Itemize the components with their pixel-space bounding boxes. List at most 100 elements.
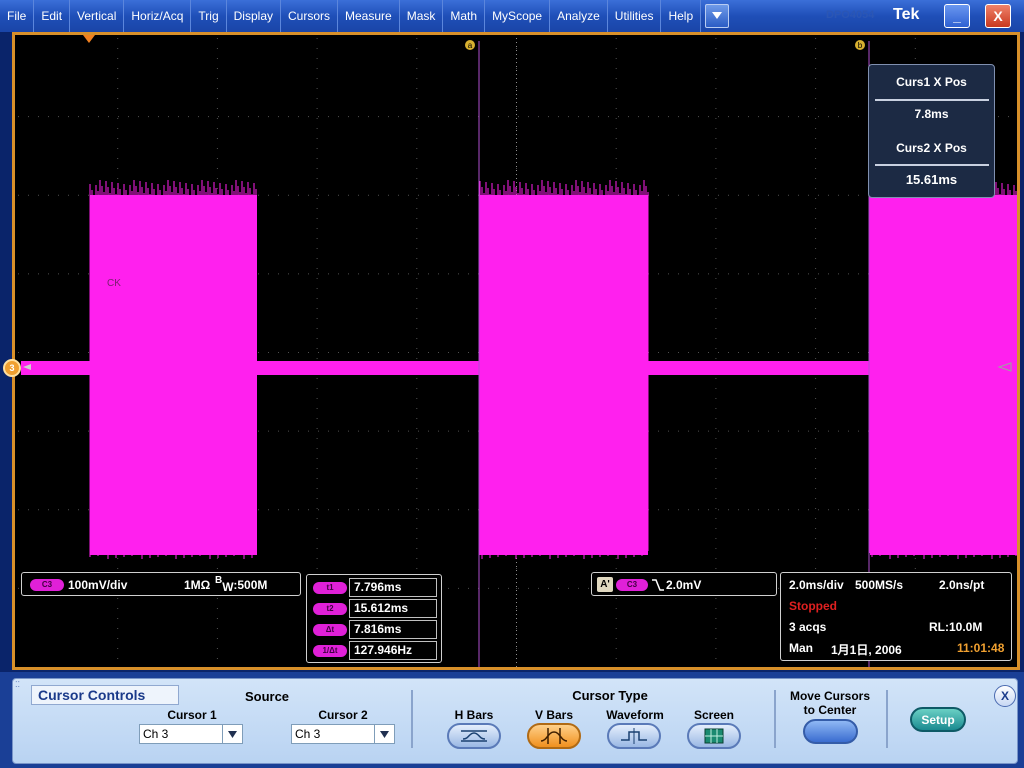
trace-burst [89,180,257,559]
acq-time: 11:01:48 [957,641,1005,655]
menu-display[interactable]: Display [227,0,281,32]
trigger-info-box[interactable]: A' C3 2.0mV [591,572,777,596]
v-bars-button[interactable] [527,723,581,749]
menu-utilities[interactable]: Utilities [608,0,662,32]
oscilloscope-app: File Edit Vertical Horiz/Acq Trig Displa… [0,0,1024,768]
menu-trig[interactable]: Trig [191,0,227,32]
sample-rate: 500MS/s [855,578,904,592]
cursor1-source-select[interactable]: Ch 3 [139,724,243,744]
timebase: 2.0ms/div [789,578,844,592]
v-bars-icon [540,728,568,744]
cursor2-source-select[interactable]: Ch 3 [291,724,395,744]
setup-button-label: Setup [921,712,955,727]
h-bars-label: H Bars [454,708,494,722]
menu-mask[interactable]: Mask [400,0,444,32]
acq-date: 1月1日, 2006 [831,643,902,657]
cursor1-marker-label: a [468,41,473,50]
menu-vertical[interactable]: Vertical [70,0,125,32]
chevron-down-icon [380,730,389,738]
ch3-trace [21,180,1017,559]
close-icon: X [1000,689,1009,703]
curs2-label: Curs2 X Pos [896,141,967,155]
t1-value: 7.796ms [349,578,437,597]
menu-measure[interactable]: Measure [338,0,400,32]
readout-row-delta-t: Δt 7.816ms [307,619,439,640]
waveform-button[interactable] [607,723,661,749]
minimize-button[interactable]: _ [944,4,970,28]
screen-icon [704,728,724,744]
trace-label: CK [107,278,121,289]
acq-mode: Man [789,641,813,655]
h-bars-button[interactable] [447,723,501,749]
curs1-value: 7.8ms [914,107,949,121]
t2-pill: t2 [313,602,347,615]
ch3-impedance: 1MΩ [184,578,211,592]
screen-label: Screen [693,708,735,722]
trace-burst [869,180,1017,559]
brand-logo: Tek [893,6,920,23]
readout-row-inv-delta-t: 1/Δt 127.946Hz [307,640,439,661]
move-cursors-label-line2: to Center [803,703,857,717]
separator [774,690,776,748]
move-cursors-label-line1: Move Cursors [789,689,871,703]
trigger-level: 2.0mV [666,578,702,592]
menu-myscope[interactable]: MyScope [485,0,551,32]
delta-t-value: 7.816ms [349,620,437,639]
panel-grip-icon: ⁚⁚ [15,680,21,689]
inv-delta-t-value: 127.946Hz [349,641,437,660]
trace-burst [479,180,649,559]
falling-edge-icon [652,579,664,591]
cursor1-dropdown-arrow[interactable] [222,725,242,743]
model-watermark: DPO4054 [826,9,875,21]
record-length: RL:10.0M [929,620,983,634]
menu-cursors[interactable]: Cursors [281,0,339,32]
t1-pill: t1 [313,581,347,594]
waveform-icon [621,728,647,744]
close-window-button[interactable]: X [985,4,1011,28]
menu-file[interactable]: File [0,0,35,32]
inv-delta-t-pill: 1/Δt [313,644,347,657]
chevron-down-icon [228,730,237,738]
curs1-label: Curs1 X Pos [896,75,967,89]
bw-value: :500M [233,578,268,592]
screen-button[interactable] [687,723,741,749]
menu-horiz-acq[interactable]: Horiz/Acq [124,0,192,32]
menu-dropdown-button[interactable] [705,4,730,28]
cursor1-source-value: Ch 3 [143,727,169,741]
ch3-bandwidth: BW:500M [215,575,268,594]
menu-edit[interactable]: Edit [34,0,71,32]
resolution: 2.0ns/pt [939,578,985,592]
cursor2-marker-label: b [858,41,863,50]
v-bars-label: V Bars [534,708,574,722]
curs2-value: 15.61ms [905,172,958,187]
waveform-label: Waveform [606,708,664,722]
separator [886,690,888,748]
readout-row-t2: t2 15.612ms [307,598,439,619]
close-icon: X [993,8,1003,24]
cursor2-dropdown-arrow[interactable] [374,725,394,743]
trigger-position-marker [83,35,95,43]
channel-info-box[interactable]: C3 100mV/div 1MΩ BW:500M [21,572,301,596]
close-panel-button[interactable]: X [994,685,1016,707]
cursor2-source-value: Ch 3 [295,727,321,741]
acquisition-info-box[interactable]: 2.0ms/div 500MS/s 2.0ns/pt Stopped 3 acq… [780,572,1012,661]
menu-math[interactable]: Math [443,0,486,32]
setup-button[interactable]: Setup [910,707,966,732]
readout-row-t1: t1 7.796ms [307,577,439,598]
ch3-pill: C3 [30,579,64,591]
delta-t-pill: Δt [313,623,347,636]
chevron-down-icon [712,12,723,19]
cursor1-label: Cursor 1 [167,708,217,722]
cursor2-label: Cursor 2 [318,708,368,722]
trigger-ch3-pill: C3 [616,579,648,591]
ch3-ground-marker[interactable]: 3 [3,359,21,377]
ch3-marker-label: 3 [9,363,15,373]
cursor-controls-title: Cursor Controls [31,685,179,705]
cursor-readout-box[interactable]: t1 7.796ms t2 15.612ms Δt 7.816ms 1/Δt 1… [306,574,442,663]
menu-help[interactable]: Help [661,0,702,32]
menu-analyze[interactable]: Analyze [550,0,608,32]
cursor-position-panel[interactable]: Curs1 X Pos 7.8ms Curs2 X Pos 15.61ms [868,64,995,198]
t2-value: 15.612ms [349,599,437,618]
move-cursors-to-center-button[interactable] [803,719,858,744]
trigger-source-badge: A' [597,577,613,592]
